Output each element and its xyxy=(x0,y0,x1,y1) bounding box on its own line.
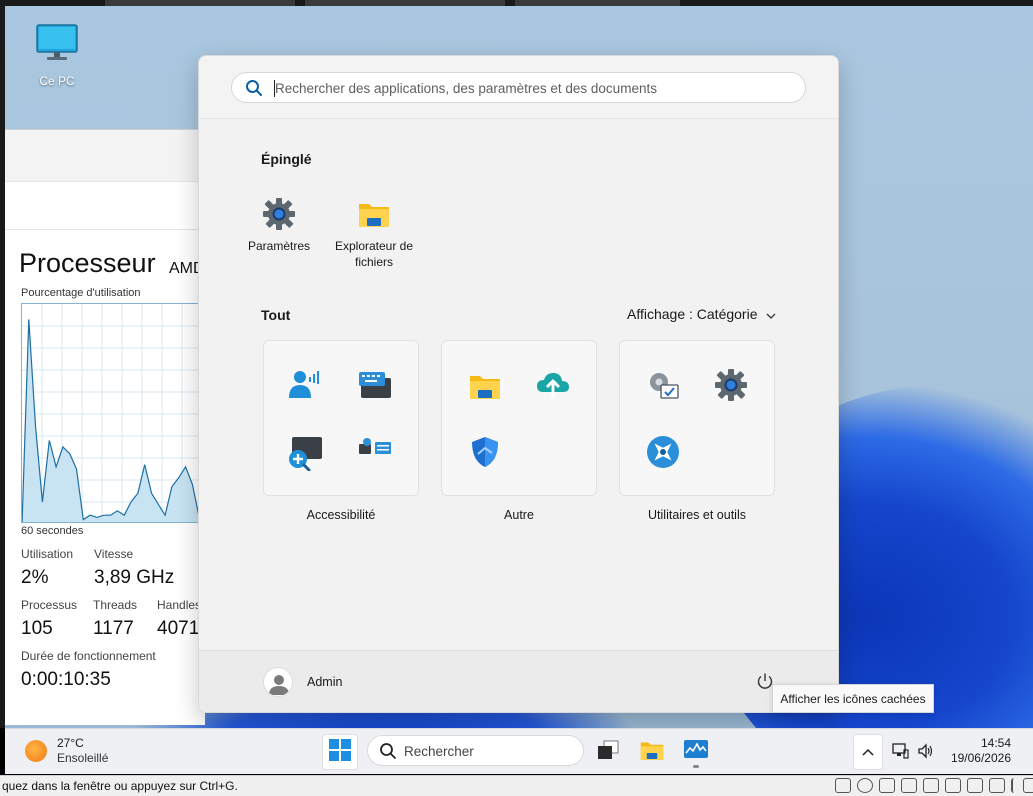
category-folder-other[interactable] xyxy=(441,340,597,496)
threads-value: 1177 xyxy=(93,618,134,639)
category-label-other: Autre xyxy=(504,508,534,522)
on-screen-keyboard-icon xyxy=(356,366,394,404)
start-button[interactable] xyxy=(322,734,358,770)
category-folder-accessibility[interactable] xyxy=(263,340,419,496)
file-explorer-icon xyxy=(324,196,424,232)
vm-status-icons xyxy=(835,778,1033,793)
threads-label: Threads xyxy=(93,598,138,612)
file-explorer-icon xyxy=(466,367,504,405)
vm-status-bar: quez dans la fenêtre ou appuyez sur Ctrl… xyxy=(0,775,1033,796)
taskbar-search-box[interactable]: Rechercher xyxy=(367,735,584,766)
desktop-icon-this-pc[interactable]: Ce PC xyxy=(33,24,81,88)
control-panel-icon xyxy=(644,366,682,404)
tooltip-show-hidden-icons: Afficher les icônes cachées xyxy=(772,684,934,713)
vm-network-icon[interactable] xyxy=(879,778,895,793)
cpu-usage-area xyxy=(22,319,204,522)
view-selector-label: Affichage : Catégorie xyxy=(627,306,758,322)
speed-value: 3,89 GHz xyxy=(94,567,175,588)
pinned-app-settings[interactable]: Paramètres xyxy=(229,196,329,254)
processes-label: Processus xyxy=(21,598,78,612)
view-selector[interactable]: Affichage : Catégorie xyxy=(627,306,776,322)
taskbar: 27°C Ensoleillé Rechercher 14:54 19/06/2… xyxy=(5,728,1033,774)
task-manager-window: Processeur AMD Pourcentage d'utilisation… xyxy=(5,129,205,725)
chevron-up-icon xyxy=(862,743,874,761)
system-tool-icon xyxy=(644,433,682,471)
windows-logo-icon xyxy=(329,738,351,766)
desktop-icon-label: Ce PC xyxy=(39,74,75,88)
weather-condition: Ensoleillé xyxy=(57,751,109,765)
network-icon[interactable] xyxy=(891,742,909,765)
category-label-utilities: Utilitaires et outils xyxy=(648,508,746,522)
handles-label: Handles xyxy=(157,598,202,612)
cpu-title: Processeur xyxy=(19,248,156,278)
windows-security-icon xyxy=(466,433,504,471)
pinned-app-file-explorer[interactable]: Explorateur de fichiers xyxy=(324,196,424,270)
processes-value: 105 xyxy=(21,618,53,639)
category-folder-utilities[interactable] xyxy=(619,340,775,496)
start-menu-footer: Admin xyxy=(199,650,838,712)
task-manager-toolbar xyxy=(5,182,205,230)
weather-widget[interactable]: 27°C Ensoleillé xyxy=(25,736,108,766)
task-view-icon xyxy=(596,739,620,766)
search-placeholder: Rechercher des applications, des paramèt… xyxy=(275,81,657,96)
monitor-icon xyxy=(36,24,78,60)
all-section-title: Tout xyxy=(261,307,291,323)
pinned-app-label: Paramètres xyxy=(247,239,311,253)
system-tray xyxy=(891,742,935,765)
chevron-down-icon xyxy=(766,306,776,322)
user-account-button[interactable]: Admin xyxy=(263,667,342,697)
speed-label: Vitesse xyxy=(94,547,134,561)
start-search-input[interactable]: Rechercher des applications, des paramèt… xyxy=(231,72,806,103)
vm-host-key-icon[interactable] xyxy=(1023,778,1033,793)
sun-icon xyxy=(25,740,47,762)
file-explorer-icon xyxy=(639,738,665,767)
pinned-section-title: Épinglé xyxy=(261,151,312,167)
task-manager-icon xyxy=(683,739,709,766)
vm-host-key-divider xyxy=(1011,778,1017,793)
onedrive-upload-icon xyxy=(534,366,572,404)
taskbar-clock[interactable]: 14:54 19/06/2026 xyxy=(945,736,1011,766)
narrator-icon xyxy=(286,366,324,404)
category-label-accessibility: Accessibilité xyxy=(306,508,376,522)
pinned-app-label: Explorateur de fichiers xyxy=(334,239,414,269)
uptime-value: 0:00:10:35 xyxy=(21,669,111,690)
cpu-usage-graph xyxy=(21,303,205,523)
search-icon xyxy=(245,79,263,102)
vm-status-message: quez dans la fenêtre ou appuyez sur Ctrl… xyxy=(2,779,238,793)
utilisation-value: 2% xyxy=(21,567,49,588)
vm-shared-folder-icon[interactable] xyxy=(945,778,961,793)
running-indicator xyxy=(693,765,699,768)
vm-optical-icon[interactable] xyxy=(857,778,873,793)
user-avatar-icon xyxy=(263,667,293,697)
user-name: Admin xyxy=(307,675,343,689)
utilisation-label: Utilisation xyxy=(21,547,74,561)
start-search-area: Rechercher des applications, des paramèt… xyxy=(199,56,838,119)
settings-gear-icon xyxy=(712,366,750,404)
vm-disk-icon[interactable] xyxy=(835,778,851,793)
vm-audio-icon[interactable] xyxy=(923,778,939,793)
start-menu: Rechercher des applications, des paramèt… xyxy=(198,55,839,713)
weather-temperature: 27°C xyxy=(57,736,84,750)
handles-value: 4071 xyxy=(157,618,200,639)
vm-display-icon[interactable] xyxy=(967,778,983,793)
task-view-button[interactable] xyxy=(590,734,626,770)
magnifier-icon xyxy=(286,434,324,472)
search-icon xyxy=(379,742,397,765)
task-manager-header xyxy=(5,130,205,182)
vm-usb-icon[interactable] xyxy=(901,778,917,793)
cpu-graph-time-span: 60 secondes xyxy=(21,525,84,537)
taskbar-file-explorer[interactable] xyxy=(634,734,670,770)
clock-time: 14:54 xyxy=(980,736,1011,750)
taskbar-search-label: Rechercher xyxy=(404,744,474,759)
settings-gear-icon xyxy=(229,196,329,232)
uptime-label: Durée de fonctionnement xyxy=(21,649,156,663)
volume-icon[interactable] xyxy=(917,742,935,765)
voice-access-icon xyxy=(356,429,394,467)
vm-recording-icon[interactable] xyxy=(989,778,1005,793)
show-hidden-icons-button[interactable] xyxy=(853,734,883,770)
cpu-graph-label: Pourcentage d'utilisation xyxy=(21,287,141,299)
clock-date: 19/06/2026 xyxy=(950,751,1011,765)
taskbar-task-manager[interactable] xyxy=(678,734,714,770)
